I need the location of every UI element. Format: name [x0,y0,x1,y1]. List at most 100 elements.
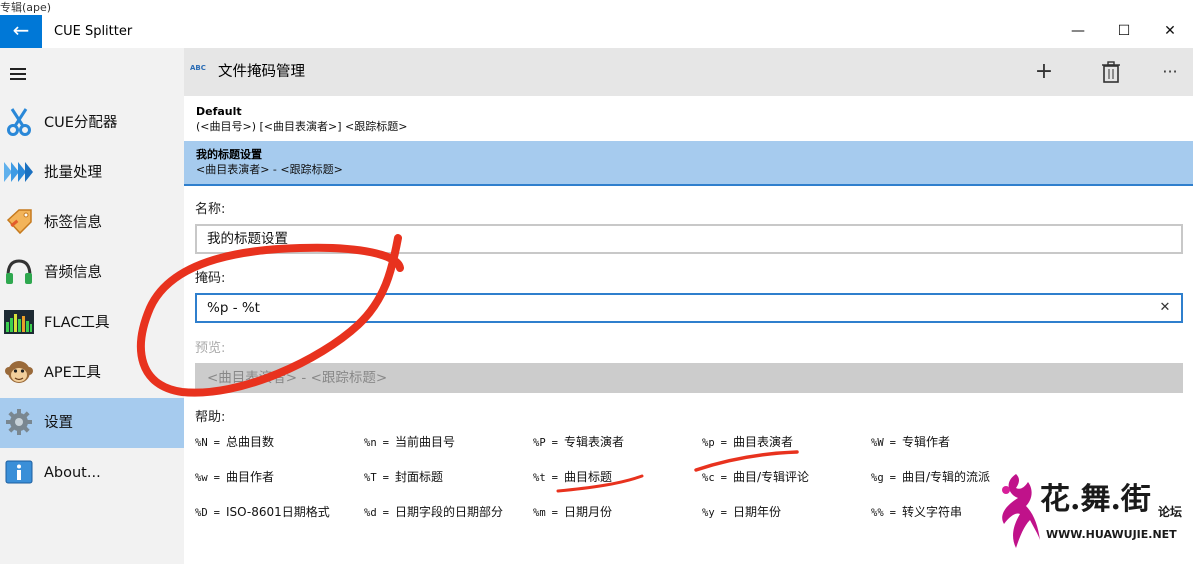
close-window-button[interactable]: ✕ [1147,15,1193,48]
mask-name: 我的标题设置 [196,148,262,161]
maximize-button[interactable]: ☐ [1101,15,1147,48]
help-description: 专辑作者 [901,435,950,449]
sidebar-item-label: 音频信息 [44,265,102,281]
sidebar-item-tag-info[interactable]: 标签信息 [0,198,184,248]
help-code: %p [702,437,715,449]
help-equals: = [551,507,558,519]
help-equals: = [889,472,896,484]
sidebar-item-flac-tools[interactable]: FLAC工具 [0,298,184,348]
preview-field: <曲目表演者> - <跟踪标题> [195,363,1183,393]
sidebar-item-label: 标签信息 [44,215,102,231]
tag-icon [4,207,34,237]
sidebar-item-settings[interactable]: 设置 [0,398,184,448]
sidebar-item-label: About... [44,465,101,481]
help-code: %w [195,472,208,484]
help-code: %g [871,472,884,484]
help-entry: %p = 曲目表演者 [702,433,793,450]
help-description: 当前曲目号 [394,435,455,449]
help-equals: = [889,437,896,449]
help-code: %W [871,437,884,449]
scissors-icon [4,107,34,137]
help-description: 曲目/专辑的流派 [901,470,991,484]
batch-arrows-icon [4,157,34,187]
help-entry: %W = 专辑作者 [871,433,950,450]
help-description: 日期字段的日期部分 [394,505,503,519]
mask-pattern: (<曲目号>) [<曲目表演者>] <跟踪标题> [196,120,408,133]
help-description: 曲目标题 [563,470,612,484]
back-arrow-icon: ← [12,18,30,42]
sidebar-item-cue-splitter[interactable]: CUE分配器 [0,98,184,148]
clear-icon[interactable]: ✕ [1155,295,1175,321]
help-code: %% [871,507,884,519]
sidebar-item-label: 设置 [44,415,73,431]
help-code: %t [533,472,546,484]
help-description: 曲目表演者 [732,435,793,449]
help-label: 帮助: [195,410,226,425]
help-description: 专辑表演者 [563,435,624,449]
mask-pattern: <曲目表演者> - <跟踪标题> [196,163,343,176]
watermark: 花.舞.街 论坛 WWW.HUAWUJIE.NET [990,470,1190,560]
help-entry: %D = ISO-8601日期格式 [195,503,330,520]
help-code: %m [533,507,546,519]
mask-file-icon: ABC [190,64,206,72]
add-mask-button[interactable]: + [1027,56,1061,88]
headphones-icon [4,257,34,287]
help-equals: = [213,437,220,449]
help-code: %N [195,437,208,449]
command-bar: ABC 文件掩码管理 + ··· [184,48,1193,96]
help-entry: %g = 曲目/专辑的流派 [871,468,990,485]
more-options-button[interactable]: ··· [1153,56,1187,88]
name-input[interactable]: 我的标题设置 [195,224,1183,254]
back-button[interactable]: ← [0,15,42,48]
mask-field-label: 掩码: [195,271,226,286]
help-description: 日期月份 [563,505,612,519]
help-equals: = [382,507,389,519]
gear-icon [4,407,34,437]
help-equals: = [213,507,220,519]
help-description: 曲目作者 [225,470,274,484]
help-description: 曲目/专辑评论 [732,470,810,484]
help-entry: %d = 日期字段的日期部分 [364,503,503,520]
name-field-label: 名称: [195,202,226,217]
minimize-button[interactable]: — [1055,15,1101,48]
hamburger-menu-icon[interactable] [10,68,26,83]
mask-list-item-custom[interactable]: 我的标题设置 <曲目表演者> - <跟踪标题> [184,141,1193,186]
sidebar-item-about[interactable]: About... [0,448,184,498]
help-equals: = [720,507,727,519]
equalizer-icon [4,307,34,337]
sidebar-item-audio-info[interactable]: 音频信息 [0,248,184,298]
help-entry: %m = 日期月份 [533,503,612,520]
help-description: 总曲目数 [225,435,274,449]
help-code: %c [702,472,715,484]
trash-icon [1102,61,1120,83]
sidebar-item-label: FLAC工具 [44,315,110,331]
help-entry: %N = 总曲目数 [195,433,274,450]
help-entry: %T = 封面标题 [364,468,443,485]
watermark-text: 花.舞.街 [1040,482,1151,517]
more-icon: ··· [1162,62,1178,81]
mask-input[interactable]: %p - %t ✕ [195,293,1183,323]
sidebar-item-ape-tools[interactable]: APE工具 [0,348,184,398]
background-window-title: 专辑(ape) [0,1,52,14]
help-code: %D [195,507,208,519]
help-equals: = [720,437,727,449]
help-code: %y [702,507,715,519]
dancer-logo [1002,474,1040,548]
help-entry: %c = 曲目/专辑评论 [702,468,809,485]
page-title: 文件掩码管理 [218,64,305,80]
sidebar: CUE分配器 批量处理 标签信息 音频信息 FLAC工具 APE工具 设置 Ab… [0,48,184,564]
help-equals: = [889,507,896,519]
help-entry: %P = 专辑表演者 [533,433,624,450]
help-code: %T [364,472,377,484]
sidebar-item-label: 批量处理 [44,165,102,181]
delete-mask-button[interactable] [1094,56,1128,88]
sidebar-item-batch[interactable]: 批量处理 [0,148,184,198]
help-equals: = [551,472,558,484]
help-description: 转义字符串 [901,505,962,519]
help-equals: = [382,472,389,484]
preview-label: 预览: [195,341,226,356]
mask-list-item-default[interactable]: Default (<曲目号>) [<曲目表演者>] <跟踪标题> [184,98,1193,143]
help-description: ISO-8601日期格式 [225,505,330,519]
monkey-icon [4,357,34,387]
help-equals: = [720,472,727,484]
